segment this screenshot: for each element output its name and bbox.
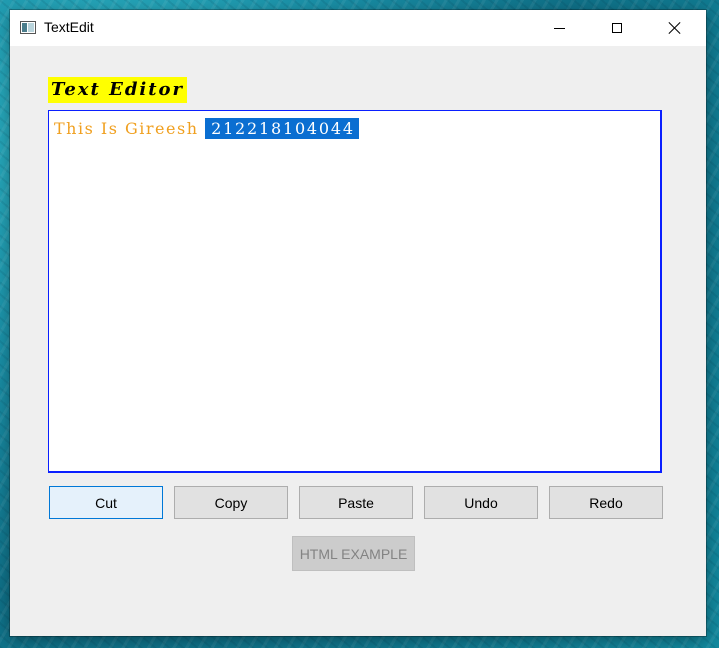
redo-button[interactable]: Redo xyxy=(549,486,663,519)
html-example-button[interactable]: HTML EXAMPLE xyxy=(292,536,415,571)
titlebar[interactable]: TextEdit xyxy=(10,10,706,46)
maximize-icon xyxy=(612,23,622,33)
close-button[interactable] xyxy=(646,10,704,46)
minimize-icon xyxy=(553,27,565,29)
editor-selected-text[interactable]: 212218104044 xyxy=(205,118,359,139)
app-icon xyxy=(20,21,36,34)
text-edit-area[interactable]: This Is Gireesh 212218104044 xyxy=(48,110,662,473)
editor-text[interactable]: This Is Gireesh xyxy=(54,119,205,138)
undo-button[interactable]: Undo xyxy=(424,486,538,519)
app-window: TextEdit Text Editor This Is Gireesh 212… xyxy=(10,10,706,636)
window-title: TextEdit xyxy=(44,19,94,35)
paste-button[interactable]: Paste xyxy=(299,486,413,519)
editor-content[interactable]: This Is Gireesh 212218104044 xyxy=(54,118,359,139)
maximize-button[interactable] xyxy=(588,10,646,46)
copy-button[interactable]: Copy xyxy=(174,486,288,519)
minimize-button[interactable] xyxy=(530,10,588,46)
close-icon xyxy=(668,21,682,35)
text-editor-label: Text Editor xyxy=(48,77,188,103)
cut-button[interactable]: Cut xyxy=(49,486,163,519)
